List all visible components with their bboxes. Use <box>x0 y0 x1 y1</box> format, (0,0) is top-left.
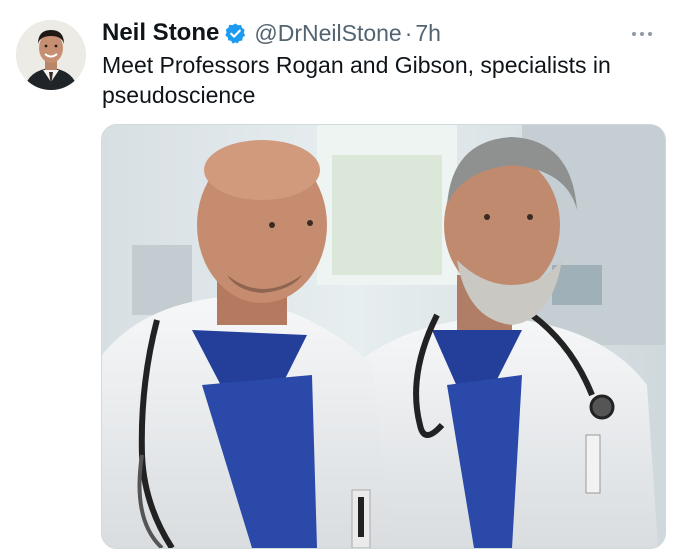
tweet-media-image[interactable] <box>101 124 666 549</box>
tweet-header: Neil Stone @DrNeilStone · 7h <box>102 16 660 50</box>
tweet-card[interactable]: Neil Stone @DrNeilStone · 7h Meet Profes… <box>0 0 680 555</box>
more-options-icon[interactable] <box>624 24 660 44</box>
author-name[interactable]: Neil Stone <box>102 19 219 47</box>
tweet-text: Meet Professors Rogan and Gibson, specia… <box>102 52 611 108</box>
author-avatar[interactable] <box>16 20 86 90</box>
author-handle[interactable]: @DrNeilStone <box>254 20 401 47</box>
separator-dot: · <box>404 19 413 46</box>
tweet-timestamp[interactable]: 7h <box>415 20 441 47</box>
verified-badge-icon <box>224 22 247 45</box>
